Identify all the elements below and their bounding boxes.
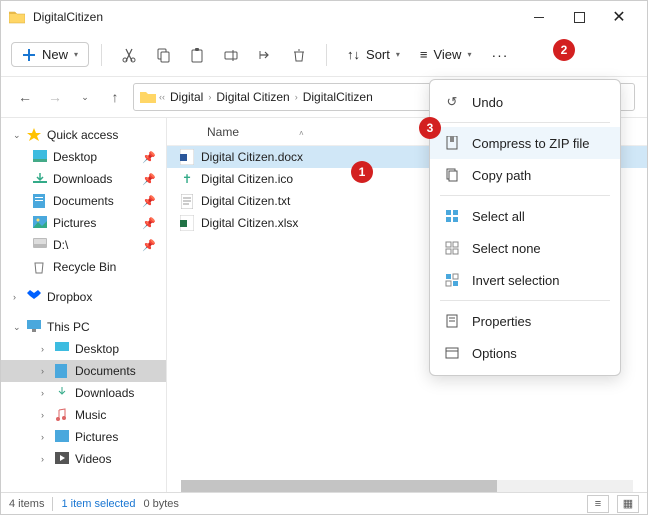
sort-icon: ↑↓ bbox=[347, 47, 360, 62]
menu-invert-selection[interactable]: Invert selection bbox=[430, 264, 620, 296]
copy-path-icon bbox=[444, 167, 460, 183]
menu-compress-zip[interactable]: Compress to ZIP file bbox=[430, 127, 620, 159]
pin-icon: 📌 bbox=[142, 217, 156, 230]
context-menu: ↺Undo Compress to ZIP file Copy path Sel… bbox=[429, 79, 621, 376]
status-bar: 4 items 1 item selected 0 bytes ≡ ▦ bbox=[1, 492, 647, 514]
select-none-icon bbox=[444, 240, 460, 256]
minimize-button[interactable] bbox=[519, 3, 559, 31]
folder-icon bbox=[140, 90, 156, 104]
sidebar-d-drive[interactable]: D:\📌 bbox=[1, 234, 166, 256]
horizontal-scrollbar[interactable] bbox=[181, 480, 633, 492]
nav-back[interactable]: ← bbox=[13, 89, 37, 105]
chevron-down-icon: ▾ bbox=[467, 50, 471, 59]
sidebar-recycle[interactable]: Recycle Bin bbox=[1, 256, 166, 278]
sidebar-desktop-pc[interactable]: ›Desktop bbox=[1, 338, 166, 360]
rename-button[interactable] bbox=[216, 40, 246, 70]
pin-icon: 📌 bbox=[142, 195, 156, 208]
pin-icon: 📌 bbox=[142, 151, 156, 164]
breadcrumb[interactable]: Digital bbox=[168, 90, 205, 104]
menu-undo[interactable]: ↺Undo bbox=[430, 86, 620, 118]
folder-icon bbox=[9, 10, 25, 24]
sidebar-music[interactable]: ›Music bbox=[1, 404, 166, 426]
pin-icon: 📌 bbox=[142, 239, 156, 252]
share-button[interactable] bbox=[250, 40, 280, 70]
xlsx-icon bbox=[179, 215, 195, 231]
sidebar-this-pc[interactable]: ⌄This PC bbox=[1, 316, 166, 338]
sidebar-desktop[interactable]: Desktop📌 bbox=[1, 146, 166, 168]
details-view-button[interactable]: ≡ bbox=[587, 495, 609, 513]
window-title: DigitalCitizen bbox=[33, 10, 519, 24]
menu-options[interactable]: Options bbox=[430, 337, 620, 369]
status-item-count: 4 items bbox=[9, 498, 44, 510]
sidebar-quick-access[interactable]: ⌄Quick access bbox=[1, 124, 166, 146]
annotation-badge-1: 1 bbox=[351, 161, 373, 183]
paste-button[interactable] bbox=[182, 40, 212, 70]
copy-button[interactable] bbox=[148, 40, 178, 70]
properties-icon bbox=[444, 313, 460, 329]
cut-button[interactable] bbox=[114, 40, 144, 70]
sidebar-documents-pc[interactable]: ›Documents bbox=[1, 360, 166, 382]
invert-icon bbox=[444, 272, 460, 288]
breadcrumb[interactable]: DigitalCitizen bbox=[301, 90, 375, 104]
options-icon bbox=[444, 345, 460, 361]
sidebar-documents[interactable]: Documents📌 bbox=[1, 190, 166, 212]
status-size: 0 bytes bbox=[143, 498, 178, 510]
txt-icon bbox=[179, 193, 195, 209]
chevron-down-icon: ▾ bbox=[396, 50, 400, 59]
sidebar-pictures[interactable]: Pictures📌 bbox=[1, 212, 166, 234]
plus-icon bbox=[22, 48, 36, 62]
delete-button[interactable] bbox=[284, 40, 314, 70]
sidebar-pictures-pc[interactable]: ›Pictures bbox=[1, 426, 166, 448]
title-bar: DigitalCitizen ✕ bbox=[1, 1, 647, 33]
docx-icon bbox=[179, 149, 195, 165]
select-all-icon bbox=[444, 208, 460, 224]
sidebar-videos[interactable]: ›Videos bbox=[1, 448, 166, 470]
annotation-badge-2: 2 bbox=[553, 39, 575, 61]
nav-recent[interactable]: ⌄ bbox=[73, 92, 97, 103]
menu-copy-path[interactable]: Copy path bbox=[430, 159, 620, 191]
status-selected: 1 item selected bbox=[61, 498, 135, 510]
menu-properties[interactable]: Properties bbox=[430, 305, 620, 337]
zip-icon bbox=[444, 135, 460, 151]
breadcrumb[interactable]: Digital Citizen bbox=[214, 90, 291, 104]
sort-button[interactable]: ↑↓ Sort ▾ bbox=[339, 43, 408, 66]
nav-up[interactable]: ↑ bbox=[103, 89, 127, 105]
thumbnails-view-button[interactable]: ▦ bbox=[617, 495, 639, 513]
menu-select-none[interactable]: Select none bbox=[430, 232, 620, 264]
more-button[interactable]: ··· bbox=[483, 43, 516, 67]
sidebar-downloads-pc[interactable]: ›Downloads bbox=[1, 382, 166, 404]
toolbar: New ▾ ↑↓ Sort ▾ ≡ View ▾ ··· bbox=[1, 33, 647, 77]
ico-icon: ✝ bbox=[179, 171, 195, 187]
view-icon: ≡ bbox=[420, 47, 428, 62]
nav-forward[interactable]: → bbox=[43, 89, 67, 105]
undo-icon: ↺ bbox=[444, 94, 460, 110]
sidebar-downloads[interactable]: Downloads📌 bbox=[1, 168, 166, 190]
new-button[interactable]: New ▾ bbox=[11, 42, 89, 67]
sidebar-dropbox[interactable]: ›Dropbox bbox=[1, 286, 166, 308]
pin-icon: 📌 bbox=[142, 173, 156, 186]
sidebar: ⌄Quick access Desktop📌 Downloads📌 Docume… bbox=[1, 118, 167, 493]
close-button[interactable]: ✕ bbox=[599, 3, 639, 31]
menu-select-all[interactable]: Select all bbox=[430, 200, 620, 232]
maximize-button[interactable] bbox=[559, 3, 599, 31]
new-label: New bbox=[42, 47, 68, 62]
annotation-badge-3: 3 bbox=[419, 117, 441, 139]
chevron-down-icon: ▾ bbox=[74, 50, 78, 59]
view-button[interactable]: ≡ View ▾ bbox=[412, 43, 480, 66]
